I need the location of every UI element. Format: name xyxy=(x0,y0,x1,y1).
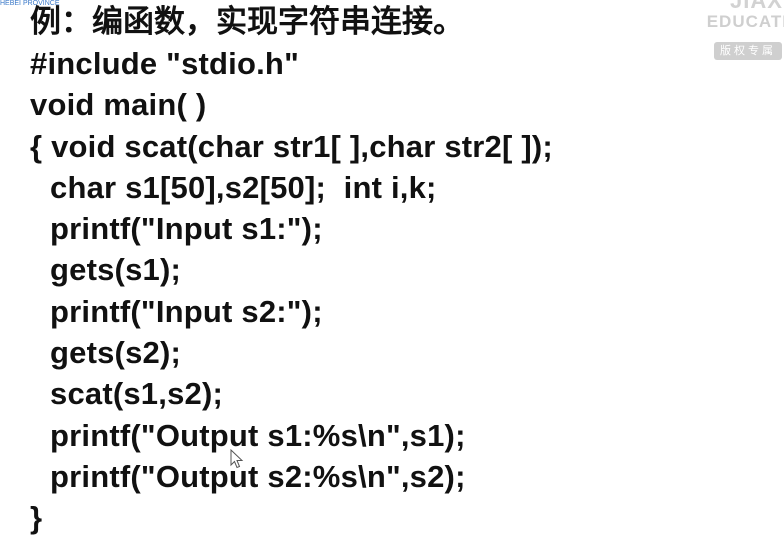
code-line: #include "stdio.h" xyxy=(30,46,299,81)
slide-heading: 例：编函数，实现字符串连接。 xyxy=(30,4,464,40)
code-line: printf("Output s2:%s\n",s2); xyxy=(50,458,466,494)
watermark-line2: EDUCATI xyxy=(706,12,784,31)
code-line: scat(s1,s2); xyxy=(50,376,223,412)
code-block: #include "stdio.h" void main( ) { void s… xyxy=(30,43,553,539)
code-line: } xyxy=(30,500,43,536)
code-line: printf("Output s1:%s\n",s1); xyxy=(50,417,466,453)
code-line: printf("Input s2:"); xyxy=(50,293,323,329)
code-line: char s1[50],s2[50]; int i,k; xyxy=(50,169,437,205)
code-line: { void scat(char str1[ ],char str2[ ]); xyxy=(30,128,553,164)
watermark-badge: 版权专属 xyxy=(714,42,782,60)
code-line: gets(s2); xyxy=(50,335,181,371)
mouse-pointer-icon xyxy=(230,449,244,469)
code-line: gets(s1); xyxy=(50,252,181,288)
watermark: JIAXI EDUCATI 版权专属 xyxy=(696,0,784,70)
code-line: void main( ) xyxy=(30,87,207,123)
slide: HEBEI PROVINCE 例：编函数，实现字符串连接。 JIAXI EDUC… xyxy=(0,0,784,544)
code-line: printf("Input s1:"); xyxy=(50,211,323,247)
